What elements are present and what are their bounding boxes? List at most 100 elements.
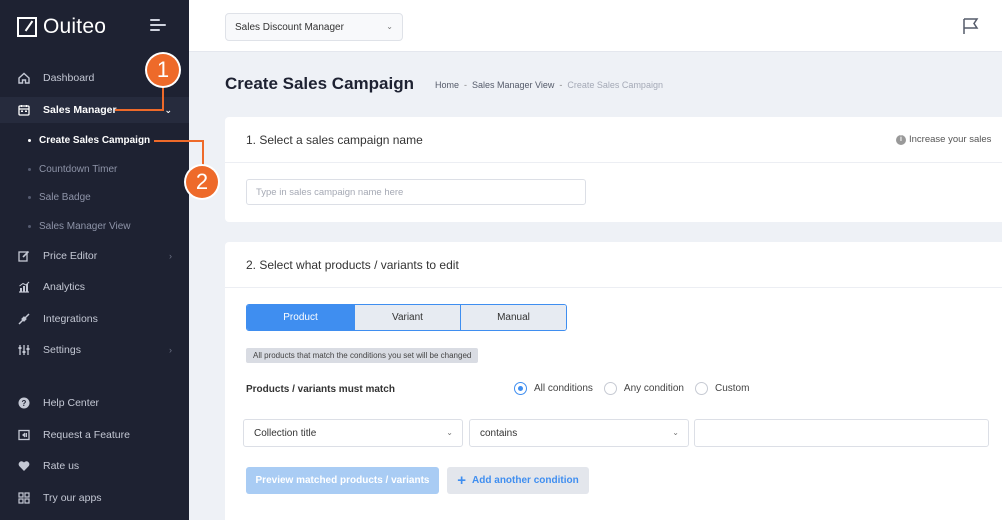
help-icon: ? (17, 397, 30, 410)
breadcrumb-separator: - (559, 80, 563, 90)
chevron-down-icon: ⌄ (672, 428, 679, 437)
match-radio-group: All conditions Any condition Custom (514, 382, 760, 395)
preview-matched-button[interactable]: Preview matched products / variants (246, 467, 439, 494)
chevron-right-icon: › (169, 251, 172, 261)
sidebar-item-label: Settings (43, 344, 81, 356)
breadcrumb-current: Create Sales Campaign (567, 80, 663, 90)
condition-field-select[interactable]: Collection title ⌄ (243, 419, 463, 447)
page-title: Create Sales Campaign (225, 74, 414, 93)
edit-icon (17, 250, 30, 263)
sidebar-subitem-label: Sale Badge (39, 191, 91, 203)
products-card: 2. Select what products / variants to ed… (225, 242, 1002, 520)
menu-toggle-icon[interactable] (150, 19, 166, 33)
plug-icon (17, 313, 30, 326)
sidebar-item-label: Try our apps (43, 492, 102, 504)
condition-field-value: Collection title (254, 427, 317, 439)
callout-badge-2: 2 (186, 166, 218, 198)
bullet-icon (28, 138, 31, 142)
svg-text:?: ? (21, 399, 26, 408)
radio-unchecked-icon (694, 382, 708, 395)
card-heading: 1. Select a sales campaign name (225, 117, 1002, 163)
callout-connector (202, 140, 204, 167)
logo-icon (17, 17, 37, 37)
chevron-down-icon: ⌄ (446, 428, 453, 437)
add-condition-label: Add another condition (472, 475, 579, 486)
apps-icon (17, 492, 30, 505)
radio-unchecked-icon (603, 382, 617, 395)
campaign-name-card: 1. Select a sales campaign name i Increa… (225, 117, 1002, 222)
radio-all-conditions[interactable]: All conditions (514, 382, 593, 395)
brand-logo[interactable]: Ouiteo (17, 14, 106, 40)
tab-variant[interactable]: Variant (354, 305, 460, 330)
callout-badge-1: 1 (147, 54, 179, 86)
app-select[interactable]: Sales Discount Manager ⌄ (225, 13, 403, 41)
callout-connector (162, 85, 164, 111)
brand-name: Ouiteo (43, 15, 107, 38)
sidebar-item-label: Help Center (43, 397, 100, 409)
sidebar-subitem-sale-badge[interactable]: Sale Badge (0, 186, 189, 208)
callout-connector (154, 140, 204, 142)
sidebar-item-integrations[interactable]: Integrations (0, 306, 189, 332)
sidebar-item-request-feature[interactable]: Request a Feature (0, 422, 189, 448)
radio-label: Any condition (623, 383, 684, 394)
request-icon (17, 429, 30, 442)
flag-icon[interactable] (962, 17, 980, 35)
chevron-right-icon: › (169, 345, 172, 355)
bullet-icon (28, 195, 31, 199)
sliders-icon (17, 344, 30, 357)
home-icon (17, 72, 30, 85)
breadcrumb-home[interactable]: Home (435, 80, 459, 90)
sidebar-item-try-apps[interactable]: Try our apps (0, 485, 189, 511)
info-icon: i (896, 134, 906, 145)
radio-any-condition[interactable]: Any condition (603, 382, 684, 395)
analytics-icon (17, 281, 30, 294)
app-select-value: Sales Discount Manager (235, 21, 344, 33)
bullet-icon (28, 224, 31, 228)
tab-product[interactable]: Product (247, 305, 354, 330)
sidebar-item-analytics[interactable]: Analytics (0, 274, 189, 300)
condition-operator-select[interactable]: contains ⌄ (469, 419, 689, 447)
hint-text: i Increase your sales (896, 134, 991, 145)
sidebar-item-rate-us[interactable]: Rate us (0, 453, 189, 479)
breadcrumb-sales-manager-view[interactable]: Sales Manager View (472, 80, 554, 90)
sidebar-subitem-label: Create Sales Campaign (39, 134, 151, 146)
sidebar-subitem-sales-manager-view[interactable]: Sales Manager View (0, 215, 189, 237)
sidebar-subitem-label: Sales Manager View (39, 220, 131, 232)
sidebar-subitem-label: Countdown Timer (39, 163, 118, 175)
add-condition-button[interactable]: + Add another condition (447, 467, 589, 494)
sidebar-item-settings[interactable]: Settings › (0, 337, 189, 363)
condition-value-input[interactable] (694, 419, 989, 447)
selection-mode-tabs: Product Variant Manual (246, 304, 567, 331)
sidebar-item-label: Price Editor (43, 250, 98, 262)
radio-custom[interactable]: Custom (694, 382, 750, 395)
calendar-icon (17, 104, 30, 117)
sidebar-item-label: Rate us (43, 460, 80, 472)
tab-manual[interactable]: Manual (460, 305, 566, 330)
radio-checked-icon (514, 382, 527, 395)
sidebar-item-help-center[interactable]: ? Help Center (0, 390, 189, 416)
chevron-down-icon: ⌄ (164, 104, 172, 115)
heart-icon (17, 460, 30, 473)
sidebar-item-label: Dashboard (43, 72, 95, 84)
sidebar-item-label: Request a Feature (43, 429, 130, 441)
breadcrumb-separator: - (464, 80, 468, 90)
radio-label: All conditions (534, 383, 593, 394)
top-bar: Sales Discount Manager ⌄ (189, 0, 1002, 52)
radio-label: Custom (714, 383, 750, 394)
chevron-down-icon: ⌄ (386, 22, 393, 31)
info-note: All products that match the conditions y… (246, 348, 479, 363)
card-heading: 2. Select what products / variants to ed… (225, 242, 1002, 288)
hint-label: Increase your sales (909, 134, 992, 145)
condition-operator-value: contains (480, 427, 518, 439)
campaign-name-input[interactable] (246, 179, 586, 205)
callout-connector (115, 109, 163, 111)
sidebar-item-label: Integrations (43, 313, 98, 325)
breadcrumb: Home - Sales Manager View - Create Sales… (435, 80, 663, 90)
plus-icon: + (457, 472, 467, 489)
sidebar-subitem-countdown-timer[interactable]: Countdown Timer (0, 158, 189, 180)
sidebar-item-price-editor[interactable]: Price Editor › (0, 243, 189, 269)
bullet-icon (28, 167, 31, 171)
match-label: Products / variants must match (246, 384, 395, 395)
sidebar-item-label: Sales Manager (43, 104, 117, 116)
sidebar-item-label: Analytics (43, 281, 86, 293)
